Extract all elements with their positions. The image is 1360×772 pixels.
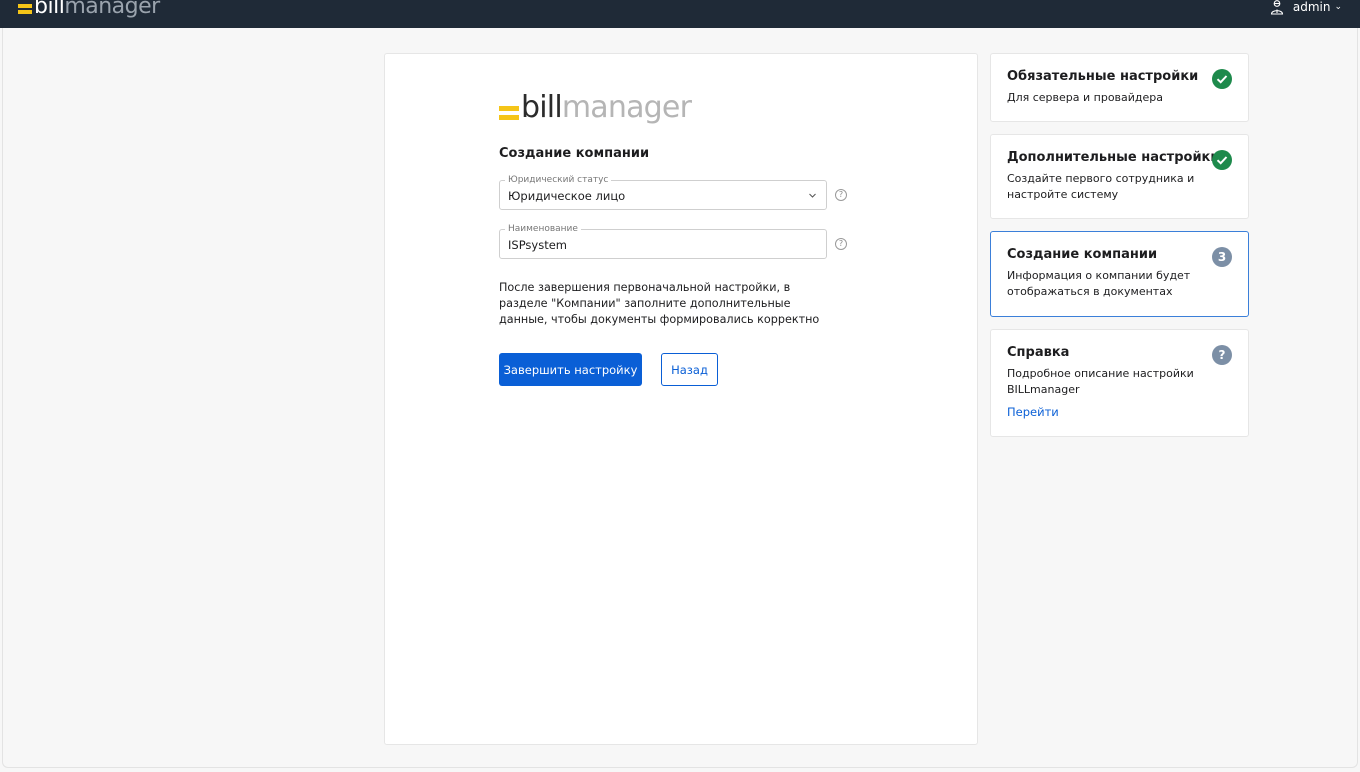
back-button[interactable]: Назад (661, 353, 718, 386)
card-logo-text-manager: manager (561, 90, 692, 125)
step-title: Обязательные настройки (1007, 69, 1199, 84)
card-logo: billmanager (499, 90, 692, 125)
step-title: Создание компании (1007, 247, 1158, 262)
step-additional-settings[interactable]: Дополнительные настройки Создайте первог… (990, 134, 1249, 219)
step-description: Для сервера и провайдера (1007, 91, 1164, 104)
step-description: Подробное описание настройки BILLmanager (1007, 367, 1194, 396)
logo-mark-icon (18, 4, 32, 14)
info-text: После завершения первоначальной настройк… (499, 281, 820, 326)
company-name-field[interactable]: Наименование ISPsystem (499, 223, 827, 259)
user-menu[interactable]: admin ⌄ (1269, 0, 1342, 15)
step-number-badge: 3 (1212, 247, 1232, 267)
legal-status-value: Юридическое лицо (508, 189, 626, 203)
step-title: Справка (1007, 345, 1070, 360)
user-name: admin (1292, 0, 1331, 14)
check-icon (1212, 69, 1232, 89)
chevron-down-icon: ⌄ (1334, 2, 1342, 12)
question-icon: ? (1212, 345, 1232, 365)
user-icon (1270, 0, 1283, 15)
legal-status-help-icon[interactable]: ? (835, 189, 847, 201)
company-name-value: ISPsystem (508, 238, 567, 252)
step-description: Создайте первого сотрудника и настройте … (1007, 172, 1195, 201)
company-name-label: Наименование (505, 223, 581, 235)
help-link[interactable]: Перейти (1007, 405, 1059, 419)
logo-text-bill: bill (34, 0, 65, 19)
finish-setup-button[interactable]: Завершить настройку (499, 353, 642, 386)
app-logo[interactable]: billmanager (18, 0, 160, 19)
form-title: Создание компании (499, 146, 650, 161)
step-title: Дополнительные настройки (1007, 150, 1220, 165)
card-logo-text: billmanager (521, 90, 692, 125)
logo-mark-icon (499, 106, 519, 120)
card-logo-text-bill: bill (521, 90, 563, 125)
step-description: Информация о компании будет отображаться… (1007, 269, 1191, 298)
legal-status-select[interactable]: Юридический статус Юридическое лицо (499, 174, 827, 210)
chevron-down-icon (809, 193, 816, 198)
check-icon (1212, 150, 1232, 170)
top-bar: billmanager admin ⌄ (0, 0, 1360, 28)
logo-text-manager: manager (64, 0, 160, 19)
step-help: Справка Подробное описание настройки BIL… (990, 329, 1249, 437)
legal-status-label: Юридический статус (505, 174, 612, 186)
company-name-help-icon[interactable]: ? (835, 238, 847, 250)
logo-text: billmanager (34, 0, 160, 19)
setup-card: billmanager Создание компании Юридически… (384, 53, 978, 745)
step-required-settings[interactable]: Обязательные настройки Для сервера и про… (990, 53, 1249, 122)
step-company-creation[interactable]: Создание компании Информация о компании … (990, 231, 1249, 317)
